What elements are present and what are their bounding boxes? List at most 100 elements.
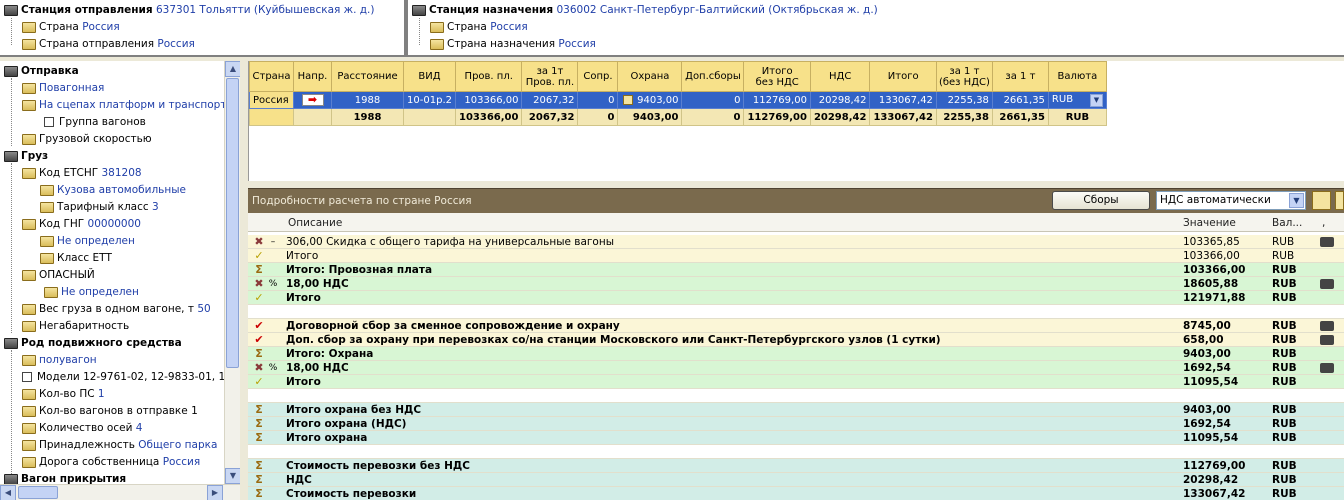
tree-gng[interactable]: Код ГНГ 00000000: [22, 216, 141, 233]
grid-cell[interactable]: ➡: [293, 91, 332, 109]
tree-speed[interactable]: Грузовой скоростью: [22, 131, 152, 148]
tree-horizontal-scrollbar[interactable]: ◀ ▶: [0, 484, 240, 500]
grid-header-cell[interactable]: Напр.: [293, 61, 332, 92]
list-item[interactable]: ✔ Доп. сбор за охрану при перевозках со/н…: [248, 333, 1344, 347]
list-item[interactable]: ✖% 18,00 НДС 18605,88 RUB: [248, 277, 1344, 291]
grid-header-cell[interactable]: Сопр.: [577, 61, 619, 92]
horizontal-splitter[interactable]: [248, 181, 1344, 188]
tree-ps-count[interactable]: Кол-во ПС 1: [22, 386, 105, 403]
col-currency[interactable]: Вал...: [1272, 217, 1302, 229]
tree-oversize[interactable]: Негабаритность: [22, 318, 129, 335]
grid-cell[interactable]: 2661,35: [991, 108, 1049, 126]
grid-cell[interactable]: 2067,32: [521, 108, 579, 126]
tree-road-owner[interactable]: Дорога собственница Россия: [22, 454, 200, 471]
tree-ett-class[interactable]: Класс ЕТТ: [40, 250, 112, 267]
grid-header-cell[interactable]: ВИД: [403, 61, 456, 92]
list-item[interactable]: Σ Итого: Провозная плата 103366,00 RUB: [248, 263, 1344, 277]
grid-cell[interactable]: Россия: [249, 91, 294, 109]
export-icon[interactable]: [1335, 191, 1344, 210]
grid-header-cell[interactable]: Охрана: [617, 61, 683, 92]
departure-dep-country-row[interactable]: Страна отправления Россия: [22, 36, 195, 53]
grid-cell[interactable]: 20298,42: [809, 91, 871, 109]
tree-cargo[interactable]: Груз: [4, 148, 48, 165]
grid-header-cell[interactable]: Пров. пл.: [454, 61, 523, 92]
grid-cell[interactable]: 103366,00: [454, 91, 523, 109]
tree-shipment[interactable]: Отправка: [4, 63, 79, 80]
list-item[interactable]: ✓ Итого 121971,88 RUB: [248, 291, 1344, 305]
destination-country-row[interactable]: Страна Россия: [430, 19, 528, 36]
grid-cell[interactable]: 133067,42: [869, 108, 937, 126]
chevron-down-icon[interactable]: ▼: [1089, 93, 1103, 107]
grid-cell[interactable]: 20298,42: [809, 108, 871, 126]
vertical-splitter[interactable]: [240, 61, 248, 500]
grid-cell[interactable]: 0: [681, 108, 745, 126]
fees-button[interactable]: Сборы: [1052, 191, 1150, 210]
destination-dest-country-row[interactable]: Страна назначения Россия: [430, 36, 596, 53]
grid-header-cell[interactable]: Расстояние: [331, 61, 404, 92]
grid-header-cell[interactable]: Валюта: [1047, 61, 1107, 92]
scroll-right-icon[interactable]: ▶: [207, 485, 223, 500]
grid-cell[interactable]: 9403,00: [617, 108, 683, 126]
list-item[interactable]: ✖ –306,00 Скидка с общего тарифа на униве…: [248, 235, 1344, 249]
grid-cell[interactable]: 1988: [331, 108, 404, 126]
list-item[interactable]: ✓ Итого 11095,54 RUB: [248, 375, 1344, 389]
grid-header-cell[interactable]: за 1т Пров. пл.: [521, 61, 579, 92]
grid-cell[interactable]: 133067,42: [869, 91, 937, 109]
col-value[interactable]: Значение: [1183, 217, 1236, 229]
tree-tariff-class[interactable]: Тарифный класс 3: [40, 199, 159, 216]
grid-cell[interactable]: [249, 108, 294, 126]
list-item[interactable]: ✓ Итого 103366,00 RUB: [248, 249, 1344, 263]
grid-header-cell[interactable]: Страна: [249, 61, 294, 92]
grid-cell[interactable]: 112769,00: [743, 91, 811, 109]
grid-cell[interactable]: 0: [577, 91, 619, 109]
grid-cell[interactable]: 1988: [331, 91, 404, 109]
grid-cell[interactable]: RUB: [1047, 108, 1107, 126]
list-item[interactable]: Σ Итого охрана без НДС 9403,00 RUB: [248, 403, 1344, 417]
grid-cell[interactable]: 2661,35: [991, 91, 1049, 109]
tree-wagon-group[interactable]: Группа вагонов: [44, 114, 146, 131]
col-description[interactable]: Описание: [288, 217, 342, 229]
checkbox-icon[interactable]: [22, 372, 32, 382]
departure-country-row[interactable]: Страна Россия: [22, 19, 120, 36]
scroll-down-icon[interactable]: ▼: [225, 468, 241, 484]
grid-header-cell[interactable]: Итого без НДС: [743, 61, 811, 92]
grid-cell[interactable]: 2067,32: [521, 91, 579, 109]
tree-wagons-count[interactable]: Кол-во вагонов в отправке 1: [22, 403, 198, 420]
list-item[interactable]: Σ НДС 20298,42 RUB: [248, 473, 1344, 487]
hscroll-thumb[interactable]: [18, 486, 58, 499]
grid-cell[interactable]: 10-01р.2: [403, 91, 456, 109]
tree-vertical-scrollbar[interactable]: ▲ ▼: [224, 61, 241, 485]
tree-coupling[interactable]: На сцепах платформ и транспортер: [22, 97, 239, 114]
list-item[interactable]: ✔ Договорной сбор за сменное сопровождени…: [248, 319, 1344, 333]
tree-danger[interactable]: ОПАСНЫЙ: [22, 267, 95, 284]
tree-danger-value[interactable]: Не определен: [44, 284, 139, 301]
chevron-down-icon[interactable]: ▼: [1289, 193, 1304, 208]
table-row[interactable]: Россия ➡ 1988 10-01р.2 103366,00 2067,32 0 9403…: [249, 91, 1107, 109]
tree-models[interactable]: Модели 12-9761-02, 12-9833-01, 12: [22, 369, 232, 386]
list-item[interactable]: Σ Итого охрана (НДС) 1692,54 RUB: [248, 417, 1344, 431]
tree-etsng-name[interactable]: Кузова автомобильные: [40, 182, 186, 199]
scroll-thumb[interactable]: [226, 78, 239, 368]
grid-cell[interactable]: RUB ▼: [1047, 91, 1107, 109]
vat-select[interactable]: НДС автоматически ▼: [1156, 191, 1306, 210]
departure-station-row[interactable]: Станция отправления 637301 Тольятти (Куй…: [4, 2, 375, 19]
tree-wagon-type[interactable]: Повагонная: [22, 80, 104, 97]
tree-rolling-stock[interactable]: Род подвижного средства: [4, 335, 182, 352]
destination-value[interactable]: 036002 Санкт-Петербург-Балтийский (Октяб…: [556, 4, 877, 16]
grid-cell[interactable]: [403, 108, 456, 126]
grid-cell[interactable]: 9403,00: [617, 91, 683, 109]
tree-owner[interactable]: Принадлежность Общего парка: [22, 437, 217, 454]
grid-cell[interactable]: 112769,00: [743, 108, 811, 126]
grid-cell[interactable]: 0: [577, 108, 619, 126]
destination-station-row[interactable]: Станция назначения 036002 Санкт-Петербур…: [412, 2, 878, 19]
scroll-up-icon[interactable]: ▲: [225, 61, 241, 77]
grid-header-cell[interactable]: за 1 т: [991, 61, 1049, 92]
grid-cell[interactable]: 0: [681, 91, 745, 109]
tree-gng-name[interactable]: Не определен: [40, 233, 135, 250]
departure-value[interactable]: 637301 Тольятти (Куйбышевская ж. д.): [156, 4, 375, 16]
list-item[interactable]: Σ Итого: Охрана 9403,00 RUB: [248, 347, 1344, 361]
list-item[interactable]: Σ Стоимость перевозки 133067,42 RUB: [248, 487, 1344, 500]
grid-header-cell[interactable]: Доп.сборы: [681, 61, 745, 92]
report-icon[interactable]: [1312, 191, 1331, 210]
checkbox-icon[interactable]: [44, 117, 54, 127]
